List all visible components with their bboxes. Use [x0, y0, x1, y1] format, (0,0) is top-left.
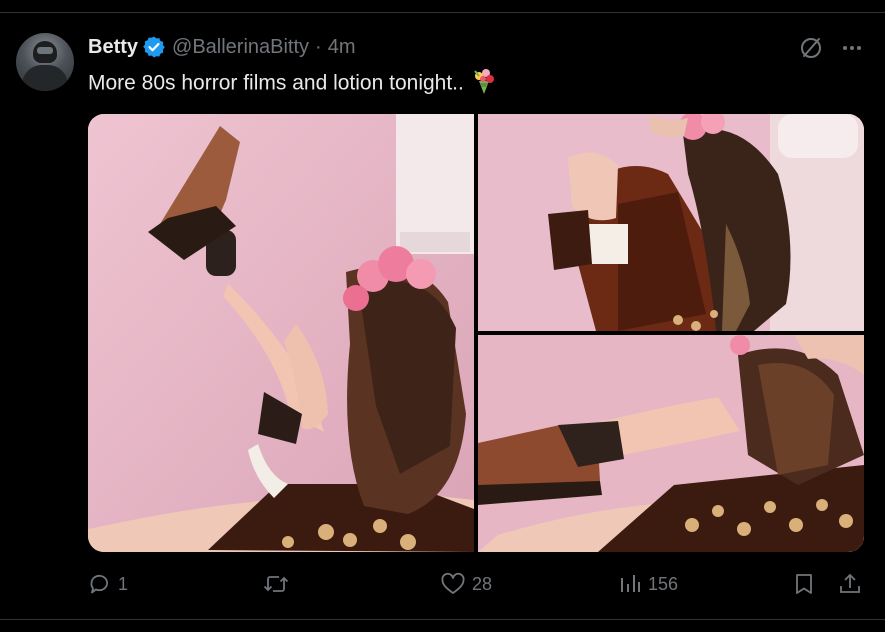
share-icon	[838, 572, 862, 596]
tweet-body: More 80s horror films and lotion tonight…	[88, 71, 464, 95]
timestamp[interactable]: 4m	[328, 36, 356, 59]
reply-count: 1	[118, 573, 129, 594]
tweet-header: Betty @BallerinaBitty · 4m	[88, 34, 356, 60]
like-button[interactable]: 28	[440, 566, 492, 602]
avatar-visor	[37, 47, 53, 54]
grok-icon[interactable]	[798, 35, 824, 61]
bookmark-icon	[792, 572, 816, 596]
share-button[interactable]	[838, 566, 862, 602]
repost-button[interactable]	[262, 566, 296, 602]
view-count: 156	[648, 573, 679, 594]
photo-3[interactable]	[478, 335, 864, 552]
separator-dot: ·	[315, 35, 322, 58]
avatar[interactable]	[16, 33, 74, 91]
like-count: 28	[472, 573, 493, 594]
heart-icon	[440, 572, 466, 596]
bouquet-emoji-icon	[470, 67, 498, 101]
verified-badge-icon[interactable]	[142, 35, 166, 59]
photo-1[interactable]	[88, 114, 474, 552]
reply-button[interactable]: 1	[88, 566, 128, 602]
media-grid	[88, 114, 864, 552]
reply-icon	[88, 572, 112, 596]
bottom-divider	[0, 619, 885, 620]
top-divider	[0, 12, 885, 13]
views-button[interactable]: 156	[618, 566, 678, 602]
bookmark-button[interactable]	[792, 566, 816, 602]
action-bar: 1 28 156	[0, 566, 885, 602]
photo-2[interactable]	[478, 114, 864, 331]
more-icon[interactable]	[839, 35, 865, 61]
tweet-text: More 80s horror films and lotion tonight…	[88, 67, 498, 101]
author-handle[interactable]: @BallerinaBitty	[172, 36, 309, 59]
analytics-icon	[618, 572, 642, 596]
author-name[interactable]: Betty	[88, 36, 138, 59]
avatar-body	[22, 65, 68, 91]
repost-icon	[262, 572, 290, 596]
